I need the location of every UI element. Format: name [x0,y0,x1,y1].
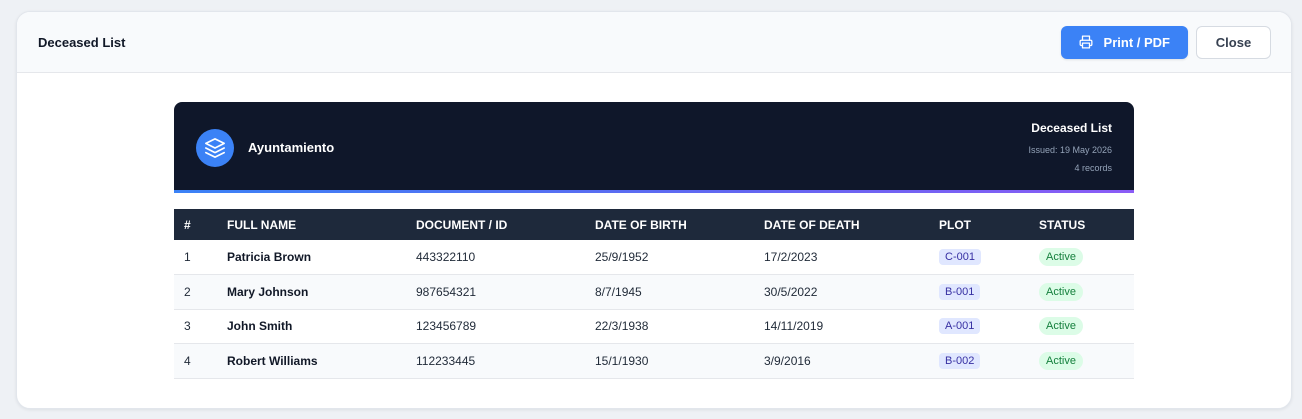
column-header-plot: PLOT [939,217,971,232]
modal-title: Deceased List [38,34,126,50]
date-of-birth: 8/7/1945 [595,284,642,299]
document-id: 123456789 [416,319,477,334]
date-of-death: 17/2/2023 [764,250,818,264]
header-actions: Print / PDF Close [1060,25,1271,59]
plot-badge: B-002 [939,352,981,369]
column-header-document-id: DOCUMENT / ID [416,217,508,232]
date-of-birth: 25/9/1952 [595,250,649,264]
document-id: 443322110 [416,250,476,264]
column-header-date-of-birth: DATE OF BIRTH [595,217,687,232]
modal-header: Deceased List Print / PDF Close [17,12,1291,73]
full-name: Mary Johnson [227,284,309,299]
document-preview: Ayuntamiento Deceased List Issued: 19 Ma… [174,102,1134,379]
row-number: 3 [184,319,191,334]
brand: Ayuntamiento [196,128,335,167]
issued-date: Issued: 19 May 2026 [1028,144,1112,155]
document-title: Deceased List [1031,120,1112,135]
status-badge: Active [1039,248,1083,266]
banner-meta: Deceased List Issued: 19 May 2026 4 reco… [1028,121,1112,177]
deceased-list-modal: Deceased List Print / PDF Close Ayuntami… [16,11,1292,409]
print-pdf-label: Print / PDF [1103,34,1170,50]
table-row: 3 John Smith 123456789 22/3/1938 14/11/2… [174,309,1134,344]
status-badge: Active [1039,317,1083,336]
printer-icon [1079,35,1093,49]
table-header: # FULL NAME DOCUMENT / ID DATE OF BIRTH … [174,209,1134,240]
row-number: 4 [184,353,191,368]
date-of-death: 30/5/2022 [764,284,818,299]
column-header-date-of-death: DATE OF DEATH [764,217,860,232]
date-of-birth: 22/3/1938 [595,319,649,334]
row-number: 1 [184,250,191,264]
brand-name: Ayuntamiento [248,140,335,155]
row-number: 2 [184,284,191,299]
layers-icon [196,128,234,167]
deceased-table: # FULL NAME DOCUMENT / ID DATE OF BIRTH … [174,209,1134,379]
table-row: 2 Mary Johnson 987654321 8/7/1945 30/5/2… [174,274,1134,309]
date-of-death: 14/11/2019 [764,319,824,334]
full-name: John Smith [227,319,293,334]
document-id: 987654321 [416,284,477,299]
print-pdf-button[interactable]: Print / PDF [1060,25,1188,59]
column-header-number: # [184,217,191,232]
close-button[interactable]: Close [1196,25,1271,59]
plot-badge: C-001 [939,249,981,265]
status-badge: Active [1039,282,1083,301]
date-of-death: 3/9/2016 [764,353,811,368]
plot-badge: A-001 [939,318,981,335]
date-of-birth: 15/1/1930 [595,353,649,368]
column-header-full-name: FULL NAME [227,217,297,232]
full-name: Patricia Brown [227,250,312,264]
table-row: 4 Robert Williams 112233445 15/1/1930 3/… [174,343,1134,378]
status-badge: Active [1039,351,1083,370]
plot-badge: B-001 [939,283,981,300]
column-header-status: STATUS [1039,217,1086,232]
record-count: 4 records [1074,162,1112,173]
full-name: Robert Williams [227,353,318,368]
document-banner: Ayuntamiento Deceased List Issued: 19 Ma… [174,102,1134,193]
table-row: 1 Patricia Brown 443322110 25/9/1952 17/… [174,240,1134,275]
document-id: 112233445 [416,353,476,368]
